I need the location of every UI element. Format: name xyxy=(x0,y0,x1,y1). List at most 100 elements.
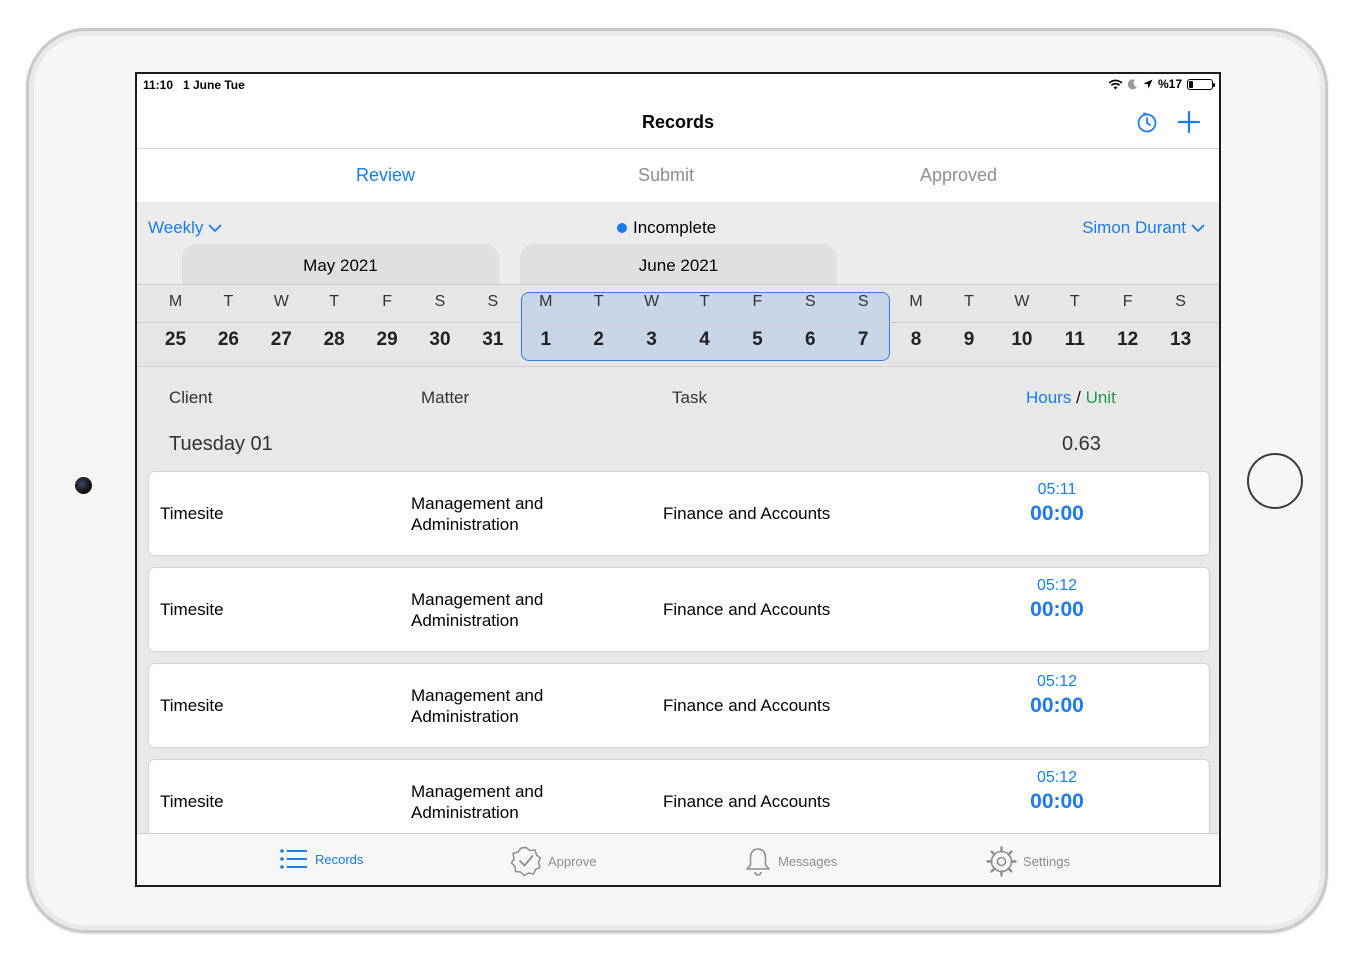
calendar-day-letter: S xyxy=(804,293,816,310)
calendar-day-number: 25 xyxy=(164,329,187,350)
calendar-day-number: 26 xyxy=(217,329,239,350)
tabbar-settings[interactable]: Settings xyxy=(986,846,1070,877)
calendar-day-number: 30 xyxy=(429,329,451,350)
column-header-hours-unit[interactable]: Hours / Unit xyxy=(1026,388,1116,408)
record-hours: 00:00 xyxy=(1030,502,1084,525)
tabbar-settings-label: Settings xyxy=(1023,854,1070,869)
status-icons: %17 xyxy=(1108,77,1215,91)
record-client: Timesite xyxy=(160,504,224,523)
record-card[interactable]: Timesite Management and Administration F… xyxy=(148,471,1210,556)
calendar-day-letter: T xyxy=(223,293,234,310)
calendar-day[interactable]: F 12 xyxy=(1101,285,1154,368)
record-task: Finance and Accounts xyxy=(663,600,831,619)
record-task: Finance and Accounts xyxy=(663,792,831,811)
column-header-matter: Matter xyxy=(421,388,470,407)
record-client: Timesite xyxy=(160,696,224,715)
record-time: 05:12 xyxy=(1036,769,1078,786)
record-card[interactable]: Timesite Management and Administration F… xyxy=(148,663,1210,748)
tab-approved[interactable]: Approved xyxy=(920,165,997,186)
calendar-day-letter: T xyxy=(593,293,604,310)
calendar-day[interactable]: S 30 xyxy=(414,285,467,368)
calendar-day-number: 13 xyxy=(1170,329,1192,350)
plus-icon[interactable] xyxy=(1176,109,1202,135)
calendar-day[interactable]: W3 xyxy=(625,285,678,368)
gear-icon xyxy=(986,846,1017,877)
tabbar-approve-label: Approve xyxy=(548,853,597,869)
segment-tabs: Review Submit Approved xyxy=(137,149,1219,202)
month-tab-may[interactable]: May 2021 xyxy=(182,244,499,284)
calendar-day-letter: T xyxy=(329,293,340,310)
tab-review[interactable]: Review xyxy=(356,165,415,186)
calendar-day-letter: F xyxy=(752,293,763,310)
month-tab-june[interactable]: June 2021 xyxy=(520,244,837,284)
tab-bar: Records Approve Messages Settings xyxy=(137,833,1219,885)
calendar-day-number: 9 xyxy=(963,329,975,350)
calendar-day-letter: S xyxy=(487,293,499,310)
calendar-day[interactable]: S6 xyxy=(784,285,837,368)
calendar-day[interactable]: T4 xyxy=(678,285,731,368)
calendar-day[interactable]: T2 xyxy=(572,285,625,368)
record-matter: Management and Administration xyxy=(411,782,544,822)
tabbar-approve[interactable]: Approve xyxy=(510,846,596,876)
calendar-day[interactable]: S 31 xyxy=(466,285,519,368)
calendar-day-letter: W xyxy=(644,293,660,310)
status-dot-icon xyxy=(617,223,627,233)
battery-percent: %17 xyxy=(1157,77,1182,91)
nav-bar: Records xyxy=(137,96,1219,149)
calendar-day-number: 3 xyxy=(646,329,657,350)
unit-toggle[interactable]: Unit xyxy=(1086,388,1116,407)
tabbar-records[interactable]: Records xyxy=(279,846,363,872)
calendar-day[interactable]: F 29 xyxy=(361,285,414,368)
location-icon xyxy=(1143,79,1153,89)
calendar-day[interactable]: T 28 xyxy=(308,285,361,368)
column-header-client: Client xyxy=(169,388,213,407)
calendar-day[interactable]: S 13 xyxy=(1154,285,1207,368)
calendar-day[interactable]: F5 xyxy=(731,285,784,368)
calendar-day-number: 8 xyxy=(910,329,922,350)
tabbar-messages-label: Messages xyxy=(778,853,838,869)
calendar-day[interactable]: W 10 xyxy=(995,285,1048,368)
calendar-day-number: 4 xyxy=(699,329,710,350)
chevron-down-icon xyxy=(209,224,222,232)
calendar-day-letter: W xyxy=(1014,293,1030,310)
user-select-label: Simon Durant xyxy=(1082,218,1186,237)
calendar-day-number: 10 xyxy=(1011,329,1033,350)
calendar-day-letter: M xyxy=(909,293,923,310)
calendar-day[interactable]: S7 xyxy=(837,285,890,368)
record-card[interactable]: Timesite Management and Administration F… xyxy=(148,567,1210,652)
battery-icon xyxy=(1187,78,1215,90)
list-icon xyxy=(280,849,307,869)
period-select[interactable]: Weekly xyxy=(148,218,222,238)
calendar-day[interactable]: M1 xyxy=(519,285,572,368)
calendar-day[interactable]: T 26 xyxy=(202,285,255,368)
home-button[interactable] xyxy=(1247,453,1303,509)
approve-badge-icon xyxy=(510,846,542,876)
calendar-day[interactable]: T 11 xyxy=(1048,285,1101,368)
calendar-day[interactable]: W 27 xyxy=(255,285,308,368)
user-select[interactable]: Simon Durant xyxy=(1082,218,1205,238)
calendar-day[interactable]: M8 xyxy=(890,285,943,368)
tab-submit[interactable]: Submit xyxy=(638,165,694,186)
moon-icon xyxy=(1127,78,1138,90)
chevron-down-icon xyxy=(1191,224,1205,232)
status-filter-label: Incomplete xyxy=(633,218,717,237)
calendar-day[interactable]: T9 xyxy=(943,285,996,368)
record-hours: 00:00 xyxy=(1030,790,1084,813)
calendar-day-number: 1 xyxy=(540,329,552,350)
tabbar-messages[interactable]: Messages xyxy=(744,846,837,876)
records-list: Client Matter Task Hours / Unit Tuesday … xyxy=(137,367,1219,833)
record-card[interactable]: Timesite Management and Administration F… xyxy=(148,759,1210,833)
calendar-day-letter: T xyxy=(1069,293,1080,310)
hours-toggle[interactable]: Hours xyxy=(1026,388,1071,407)
timer-icon[interactable] xyxy=(1134,109,1160,135)
hours-unit-separator: / xyxy=(1076,388,1081,407)
status-filter[interactable]: Incomplete xyxy=(617,218,716,238)
record-matter: Management and Administration xyxy=(411,494,544,534)
calendar-day-number: 29 xyxy=(376,329,398,350)
calendar-day-letter: S xyxy=(434,293,446,310)
calendar-day-letter: F xyxy=(382,293,392,310)
calendar-day-letter: S xyxy=(1175,293,1186,310)
calendar-day[interactable]: M 25 xyxy=(149,285,202,368)
bell-icon xyxy=(746,848,770,876)
calendar-day-letter: M xyxy=(539,293,553,310)
